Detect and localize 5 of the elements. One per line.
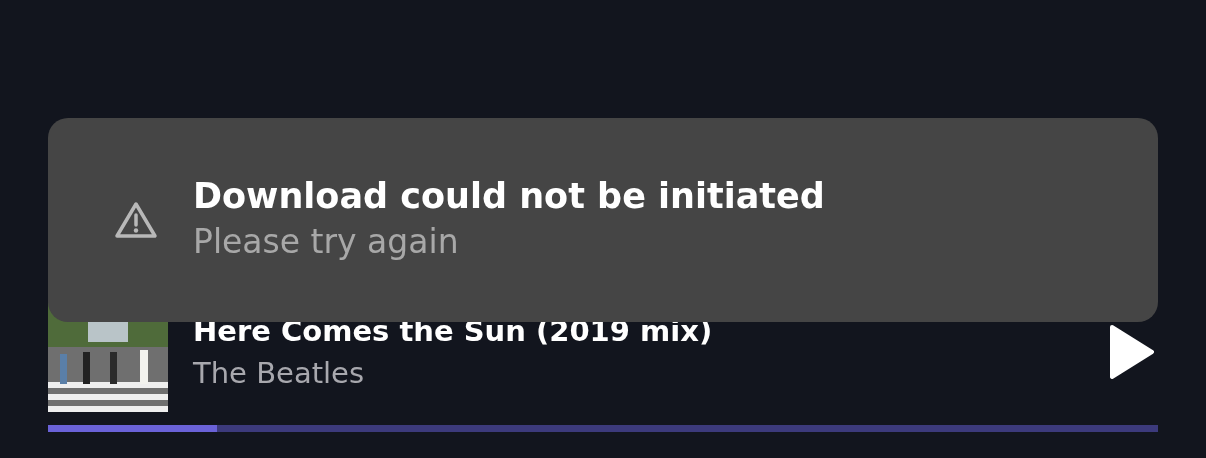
toast-title: Download could not be initiated [193,175,825,216]
toast-message: Please try again [193,221,460,261]
play-button[interactable] [1110,324,1154,380]
warning-icon [114,200,158,240]
artist-name: The Beatles [193,356,366,390]
